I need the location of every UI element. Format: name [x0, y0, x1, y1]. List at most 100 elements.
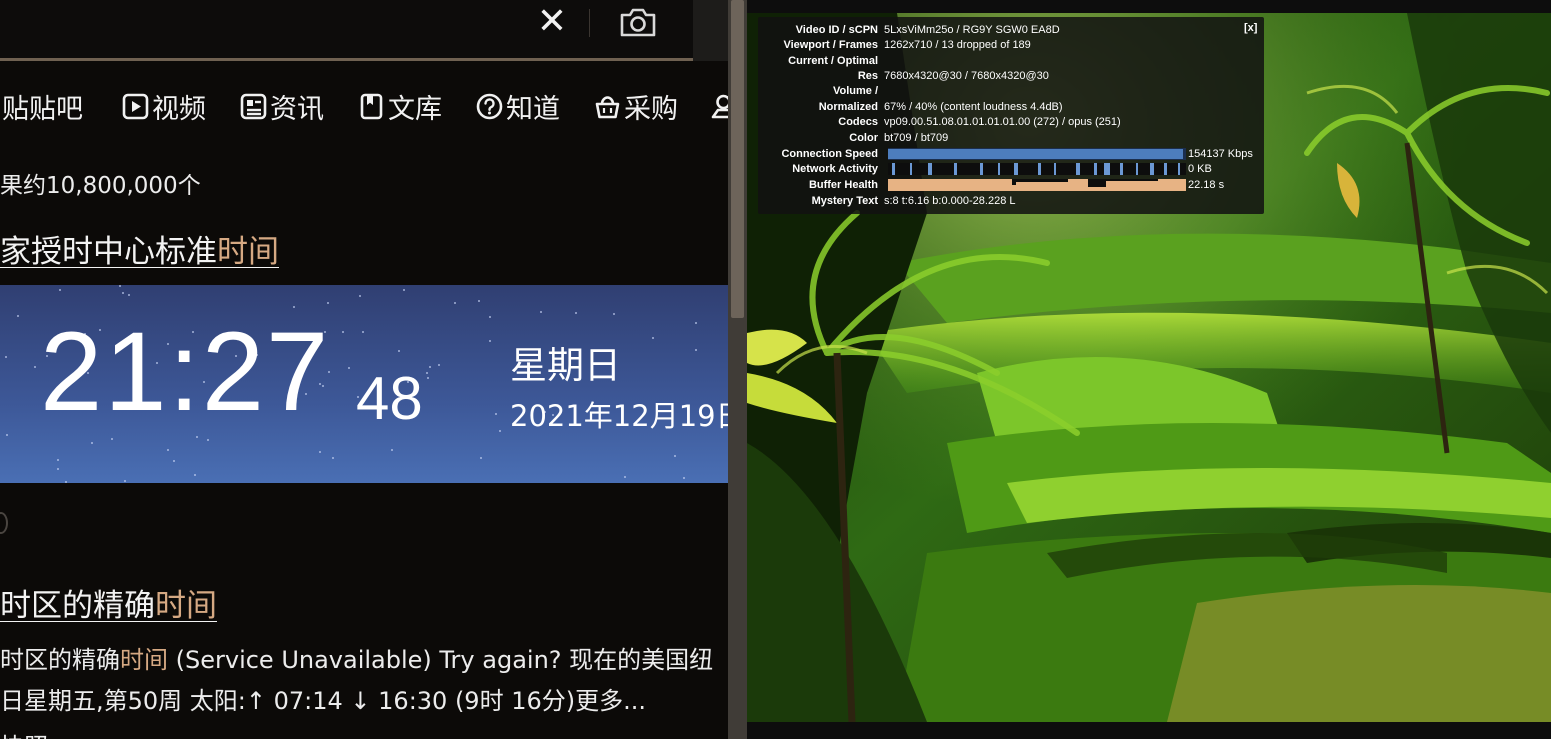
star	[499, 430, 501, 432]
buffer-health-mark	[1068, 179, 1088, 191]
stat-key: Video ID / sCPN	[795, 24, 878, 36]
star	[478, 300, 480, 302]
buffer-health-mark	[1158, 179, 1186, 191]
star	[540, 311, 542, 313]
tab-label: 文库	[388, 93, 442, 125]
star	[57, 468, 59, 470]
image-search-button[interactable]	[616, 3, 660, 43]
network-activity-mark	[980, 163, 983, 175]
stat-key: Res	[857, 70, 878, 82]
clear-search-button[interactable]: ✕	[531, 0, 573, 46]
star	[674, 455, 676, 457]
stat-row: Connection Speed 154137 Kbps	[758, 147, 1264, 161]
star	[332, 457, 334, 459]
snippet-text: 时区的精确	[0, 646, 120, 674]
network-activity-mark	[1164, 163, 1167, 175]
snippet-highlight: 时间	[120, 646, 168, 674]
stat-row: Current / Optimal	[758, 54, 1264, 68]
network-activity-mark	[928, 163, 932, 175]
star	[359, 295, 361, 297]
search-bar[interactable]: ✕	[0, 0, 693, 61]
stat-row: Network Activity 0 KB	[758, 162, 1264, 176]
news-icon	[240, 93, 267, 119]
search-category-tabs: 贴贴吧 视频 资讯 文库 知道 采购	[0, 86, 728, 126]
video-player[interactable]: [x] Video ID / sCPN 5LxsViMm25o / RG9Y SG…	[747, 0, 1551, 739]
star	[348, 367, 350, 369]
tab-news[interactable]: 资讯	[240, 86, 324, 126]
document-icon	[360, 93, 383, 119]
stat-row: Video ID / sCPN 5LxsViMm25o / RG9Y SGW0 E…	[758, 23, 1264, 37]
network-activity-mark	[1094, 163, 1097, 175]
star	[695, 349, 697, 351]
result-title-highlight: 时间	[155, 588, 217, 624]
stat-key: Viewport / Frames	[783, 39, 878, 51]
network-activity-mark	[892, 163, 895, 175]
scrollbar-thumb[interactable]	[731, 0, 744, 318]
stat-value: 22.18 s	[1188, 179, 1225, 191]
star	[319, 451, 321, 453]
star	[575, 312, 577, 314]
network-activity-graph	[888, 163, 1186, 175]
result-title-link[interactable]: 时区的精确时间	[0, 580, 217, 625]
buffer-health-graph	[888, 179, 1186, 191]
star	[454, 302, 456, 304]
cached-page-link[interactable]: 快照	[0, 727, 48, 739]
star	[207, 439, 209, 441]
network-activity-mark	[954, 163, 957, 175]
buffer-health-mark	[1106, 181, 1158, 191]
star	[391, 449, 393, 451]
tab-video[interactable]: 视频	[122, 86, 206, 126]
result-bullet	[0, 512, 8, 534]
clock-hour-minute: 21:27	[40, 309, 331, 434]
stat-key: Network Activity	[792, 163, 878, 175]
tab-label: 采购	[624, 93, 678, 125]
stat-key: Current / Optimal	[788, 55, 878, 67]
star	[111, 438, 113, 440]
tab-tieba[interactable]: 贴贴吧	[2, 86, 83, 126]
star	[362, 331, 364, 333]
connection-speed-graph	[888, 148, 1186, 160]
star	[128, 294, 130, 296]
stat-key: Codecs	[838, 116, 878, 128]
tab-label: 贴贴吧	[2, 93, 83, 125]
tab-purchase[interactable]: 采购	[594, 86, 678, 126]
buffer-health-mark	[1016, 182, 1068, 191]
network-activity-mark	[1136, 163, 1138, 175]
stat-key: Color	[849, 132, 878, 144]
stat-row: Buffer Health 22.18 s	[758, 178, 1264, 192]
star	[342, 331, 344, 333]
star	[398, 350, 400, 352]
clock-widget: 21:27 48 星期日 2021年12月19日	[0, 285, 728, 483]
star	[495, 413, 497, 415]
question-icon	[476, 93, 503, 119]
stat-row: Volume /	[758, 84, 1264, 98]
stat-row: Res 7680x4320@30 / 7680x4320@30	[758, 69, 1264, 83]
tab-zhidao[interactable]: 知道	[476, 86, 560, 126]
star	[489, 340, 491, 342]
star	[327, 302, 329, 304]
stat-value: s:8 t:6.16 b:0.000-28.228 L	[884, 195, 1016, 207]
star	[122, 292, 124, 294]
star	[426, 372, 428, 374]
stat-row: Color bt709 / bt709	[758, 131, 1264, 145]
stat-value: bt709 / bt709	[884, 132, 949, 144]
star	[480, 457, 482, 459]
tab-library[interactable]: 文库	[358, 86, 442, 126]
star	[119, 285, 121, 287]
result-title-text: 时区的精确	[0, 588, 155, 624]
stat-value: 0 KB	[1188, 163, 1212, 175]
result-title-link[interactable]: 家授时中心标准时间	[0, 226, 279, 271]
star	[624, 476, 626, 478]
page-scrollbar[interactable]	[728, 0, 747, 739]
stat-value: 5LxsViMm25o / RG9Y SGW0 EA8D	[884, 24, 1060, 36]
network-activity-mark	[1038, 163, 1041, 175]
star	[124, 480, 126, 482]
buffer-health-mark	[1088, 187, 1106, 191]
star	[613, 313, 615, 315]
result-count: 果约10,800,000个	[0, 173, 201, 199]
network-activity-mark	[1120, 163, 1123, 175]
clock-weekday: 星期日	[510, 344, 621, 387]
stat-row: Codecs vp09.00.51.08.01.01.01.01.00 (272)…	[758, 115, 1264, 129]
star	[59, 289, 61, 291]
tab-more[interactable]	[710, 86, 728, 126]
